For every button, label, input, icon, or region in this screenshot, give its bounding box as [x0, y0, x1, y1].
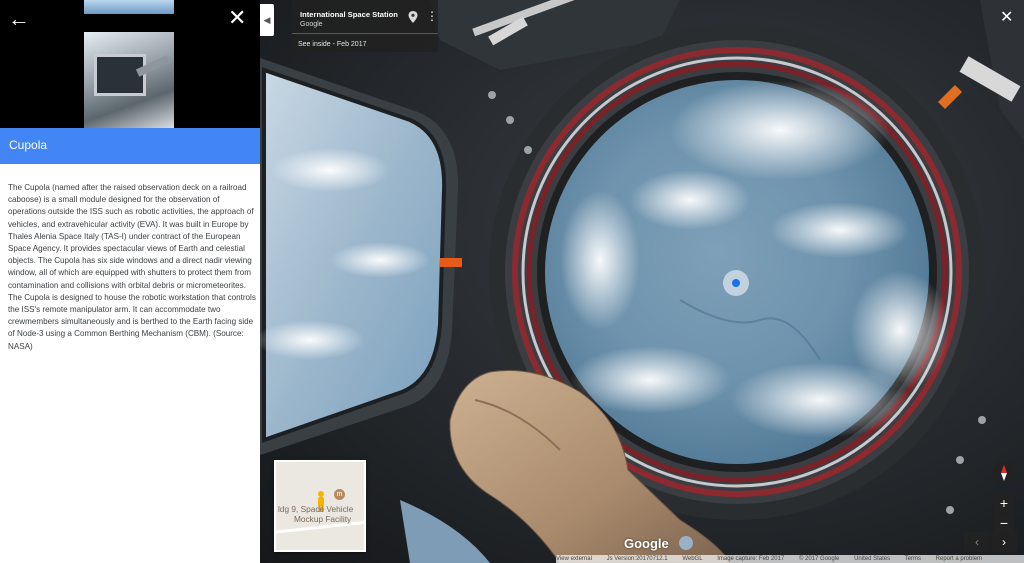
panel-title: Cupola	[9, 138, 48, 152]
location-info-card: International Space Station Google ⋮ See…	[292, 0, 438, 52]
location-pin-icon[interactable]	[408, 11, 418, 23]
js-version-text: Js Version:20170712.1	[606, 556, 668, 562]
street-view-app: ← ✕ Cupola The Cupola (named after the r…	[0, 0, 1024, 563]
panel-description: The Cupola (named after the raised obser…	[8, 183, 256, 351]
info-card-divider	[292, 33, 438, 34]
panorama-viewer[interactable]: ◀ International Space Station Google ⋮ S…	[260, 0, 1024, 563]
side-panel: ← ✕ Cupola The Cupola (named after the r…	[0, 0, 260, 563]
terms-link[interactable]: Terms	[905, 556, 921, 562]
compass-icon[interactable]	[992, 462, 1014, 484]
minimap-place-label: ldg 9, Space Vehicle Mockup Facility	[276, 504, 364, 524]
google-logo: Google	[624, 536, 669, 551]
image-capture-text: Image capture: Feb 2017	[717, 556, 785, 562]
view-external-link[interactable]: View external	[556, 556, 592, 562]
next-button[interactable]: ›	[991, 532, 1017, 552]
previous-button[interactable]: ‹	[964, 532, 990, 552]
panel-header-image: ← ✕	[0, 0, 260, 128]
close-icon[interactable]: ✕	[1000, 10, 1013, 26]
close-icon[interactable]: ✕	[228, 7, 246, 29]
cupola-panorama[interactable]	[260, 0, 1024, 563]
see-inside-link[interactable]: See inside - Feb 2017	[298, 41, 367, 48]
collapse-panel-button[interactable]: ◀	[260, 4, 274, 36]
copyright-text: © 2017 Google	[798, 556, 840, 562]
region-link[interactable]: United States	[854, 556, 890, 562]
earth-thumbnail	[84, 0, 174, 14]
zoom-in-button[interactable]: +	[994, 493, 1014, 513]
minimap[interactable]: m ldg 9, Space Vehicle Mockup Facility	[274, 460, 366, 552]
minimap-label-line-1: ldg 9, Space Vehicle	[278, 504, 354, 514]
panel-title-bar: Cupola	[0, 128, 260, 164]
more-vertical-icon[interactable]: ⋮	[426, 10, 438, 22]
report-problem-link[interactable]: Report a problem	[936, 556, 982, 562]
museum-icon: m	[334, 489, 345, 500]
location-title[interactable]: International Space Station	[300, 10, 398, 19]
cupola-thumbnail[interactable]	[84, 32, 174, 128]
arrow-left-icon[interactable]: ←	[8, 8, 30, 30]
location-subtitle: Google	[300, 21, 323, 28]
minimap-label-line-2: Mockup Facility	[294, 514, 352, 524]
attribution-footer: View external Js Version:20170712.1 WebG…	[556, 555, 1024, 563]
renderer-text: WebGL	[682, 556, 703, 562]
zoom-out-button[interactable]: −	[994, 514, 1014, 534]
